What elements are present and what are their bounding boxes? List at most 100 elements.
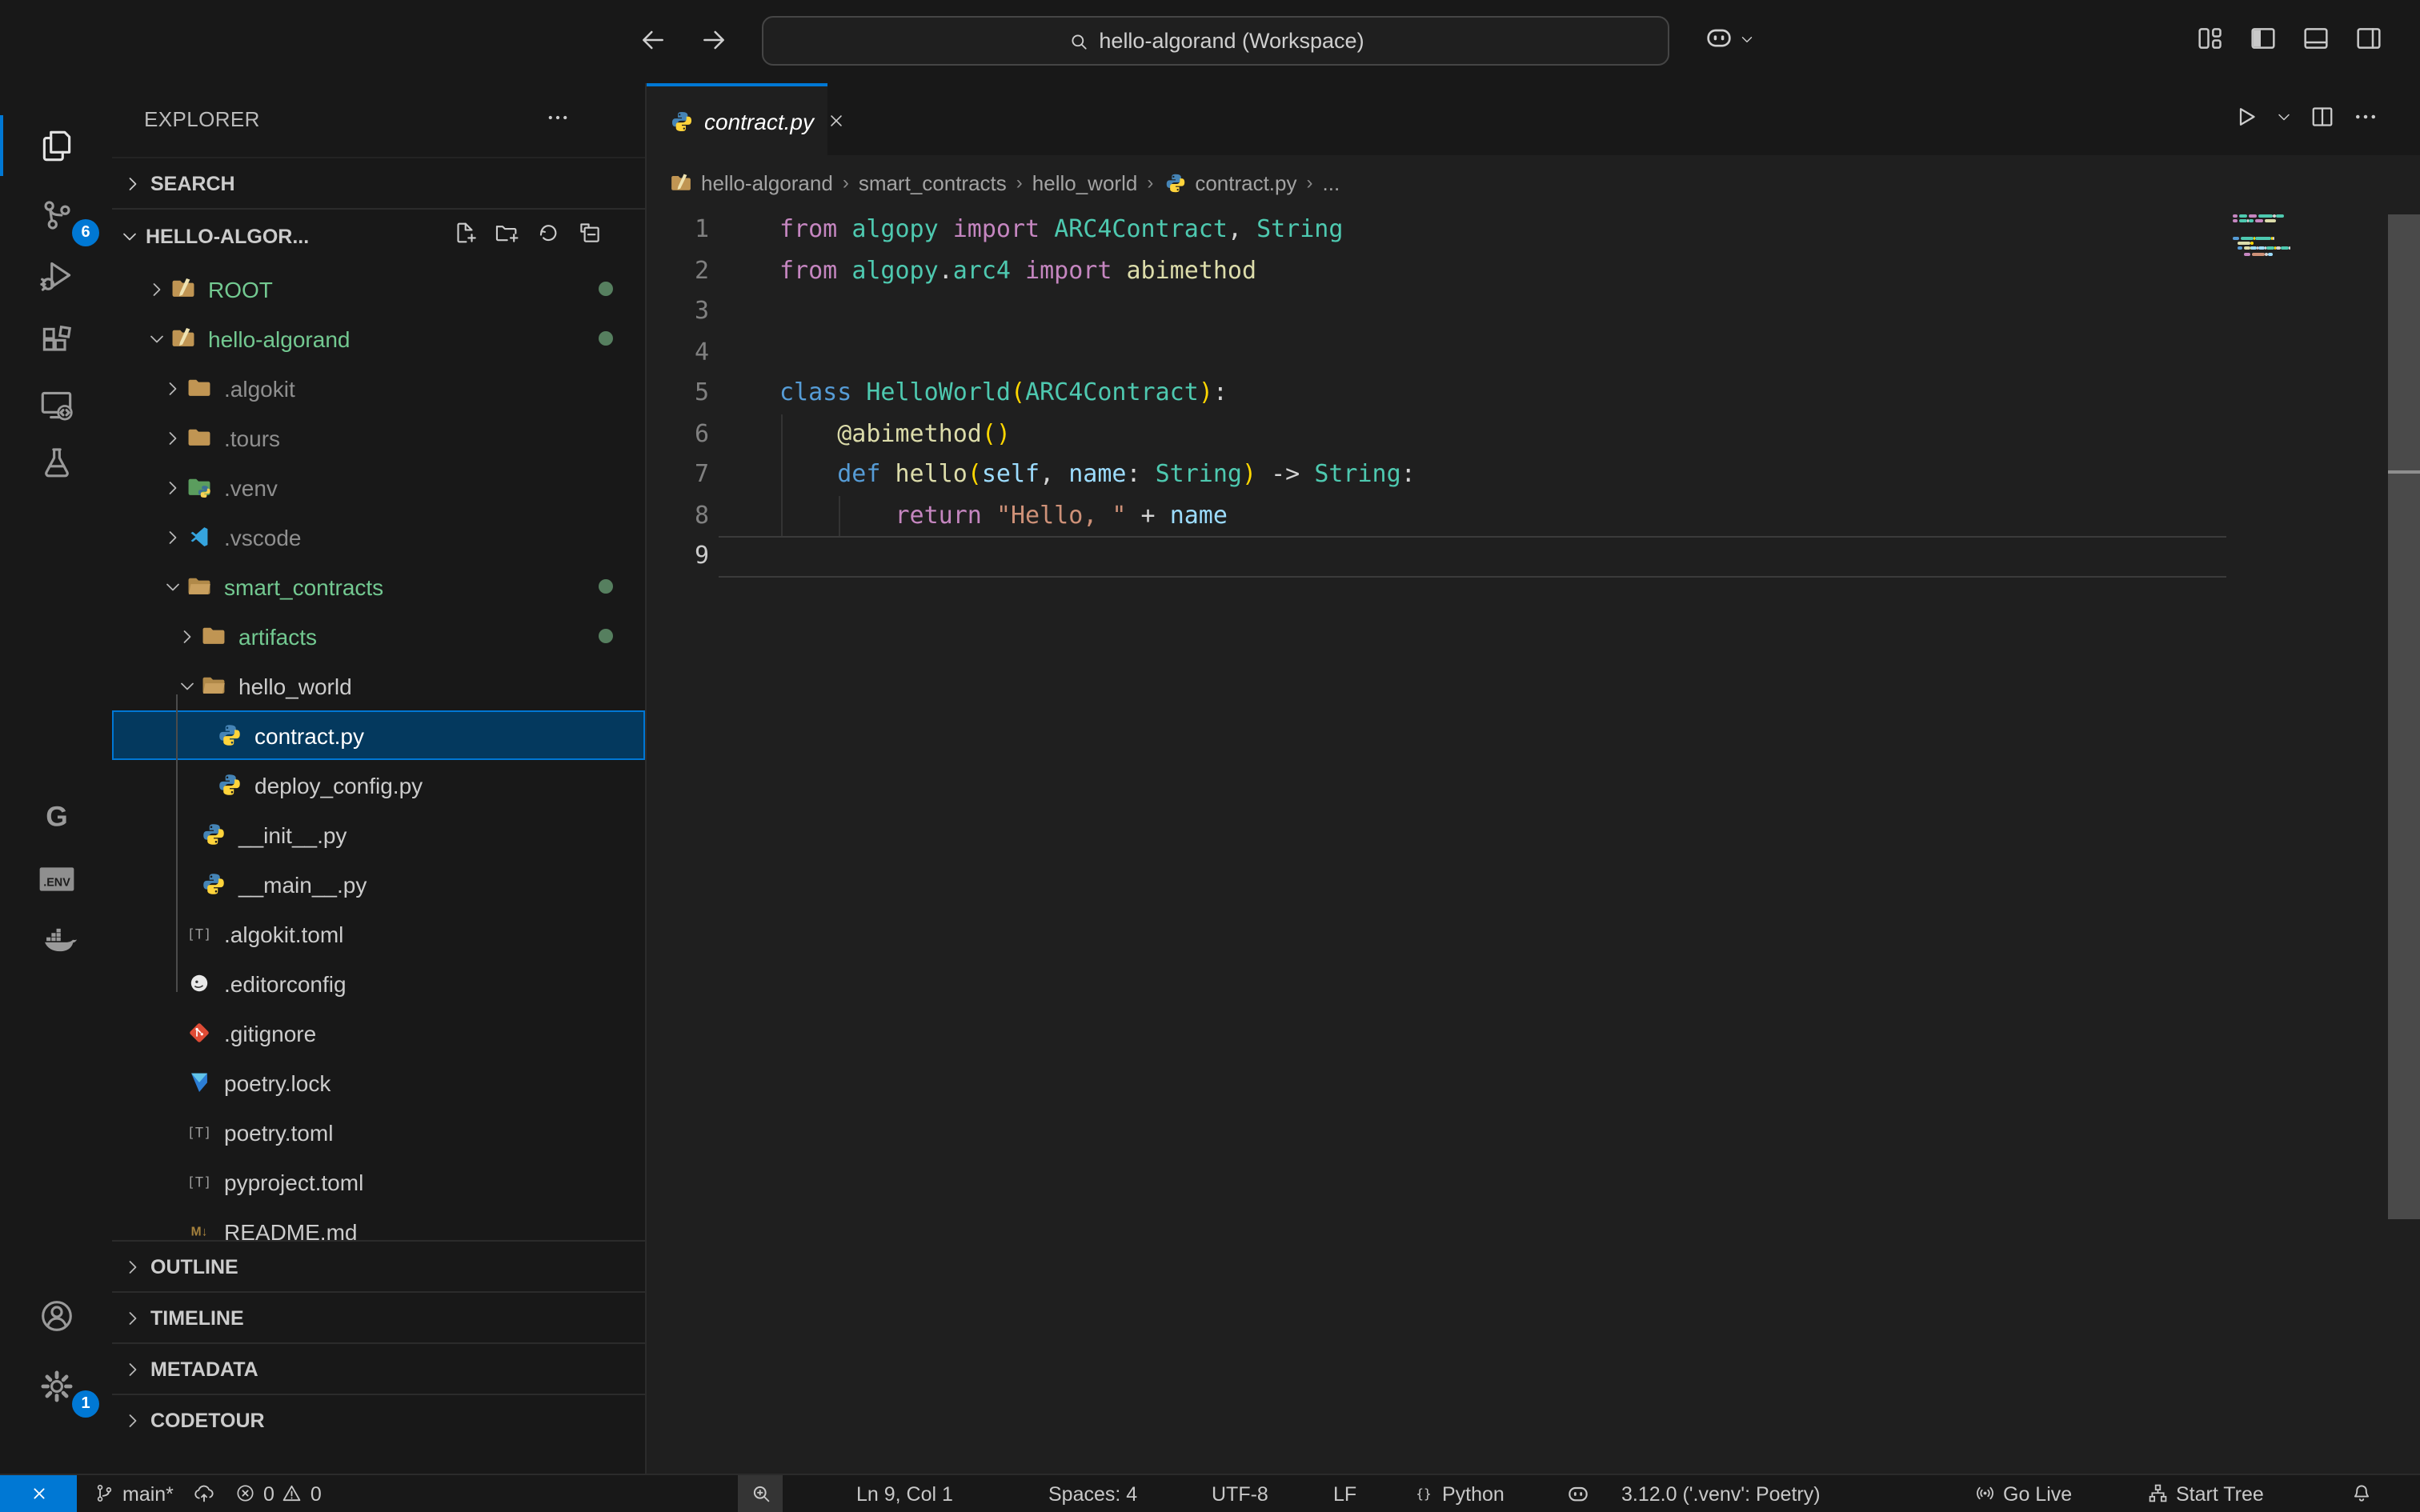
panel-outline[interactable]: OUTLINE bbox=[112, 1240, 645, 1291]
command-center-search[interactable]: hello-algorand (Workspace) bbox=[762, 16, 1669, 66]
sidebar-section-project[interactable]: HELLO-ALGOR... bbox=[112, 211, 645, 262]
tree-item--tours[interactable]: .tours bbox=[112, 413, 645, 462]
toml-icon: [T] bbox=[186, 920, 213, 947]
breadcrumb-item[interactable]: hello-algorand bbox=[669, 170, 833, 194]
line-number: 6 bbox=[647, 414, 709, 454]
activity-item-dotenv[interactable]: .ENV bbox=[0, 843, 112, 914]
svg-text:{}: {} bbox=[1416, 1486, 1432, 1502]
indentation[interactable]: Spaces: 4 bbox=[1048, 1475, 1137, 1512]
current-line-highlight bbox=[719, 536, 2226, 577]
chevron-down-icon bbox=[118, 226, 141, 248]
collapse-all-button[interactable] bbox=[576, 219, 603, 251]
git-branch[interactable]: main* bbox=[93, 1475, 174, 1512]
panel-metadata[interactable]: METADATA bbox=[112, 1342, 645, 1394]
sidebar-section-search[interactable]: SEARCH bbox=[112, 157, 645, 210]
editor-scrollbar[interactable] bbox=[2388, 214, 2420, 1219]
tree-item--main-py[interactable]: __main__.py bbox=[112, 859, 645, 909]
chevron-down-small-button[interactable] bbox=[2274, 107, 2294, 131]
cursor-position-label: Ln 9, Col 1 bbox=[856, 1482, 953, 1505]
problems[interactable]: 00 bbox=[234, 1475, 322, 1512]
tree-item-root[interactable]: ROOT bbox=[112, 264, 645, 314]
activity-item-gitlens[interactable]: G bbox=[0, 781, 112, 851]
end-of-line[interactable]: LF bbox=[1333, 1475, 1356, 1512]
start-tree[interactable]: Start Tree bbox=[2146, 1475, 2264, 1512]
copilot-menu-button[interactable] bbox=[1693, 21, 1765, 56]
encoding[interactable]: UTF-8 bbox=[1212, 1475, 1268, 1512]
tree-item--editorconfig[interactable]: .editorconfig bbox=[112, 958, 645, 1008]
tree-item-hello-world[interactable]: hello_world bbox=[112, 661, 645, 710]
status-bar: main* 00 Ln 9, Col 1 Spaces: 4 UTF-8 LF {}Pyth… bbox=[0, 1474, 2420, 1512]
breadcrumb-label: hello-algorand bbox=[701, 170, 833, 194]
toggle-primary-sidebar-button[interactable] bbox=[2247, 22, 2279, 59]
git-icon bbox=[186, 1019, 213, 1046]
code-line-2: 2from algopy.arc4 import abimethod bbox=[647, 250, 2420, 291]
breadcrumb-item[interactable]: hello_world bbox=[1032, 170, 1138, 194]
notifications-bell[interactable] bbox=[2350, 1475, 2374, 1512]
tree-item--algokit[interactable]: .algokit bbox=[112, 363, 645, 413]
tree-item--gitignore[interactable]: .gitignore bbox=[112, 1008, 645, 1058]
remote-indicator[interactable] bbox=[0, 1475, 77, 1512]
toggle-secondary-sidebar-button[interactable] bbox=[2353, 22, 2385, 59]
toggle-panel-button[interactable] bbox=[2300, 22, 2332, 59]
python-interpreter[interactable]: 3.12.0 ('.venv': Poetry) bbox=[1621, 1475, 1821, 1512]
tree-item-hello-algorand[interactable]: hello-algorand bbox=[112, 314, 645, 363]
activity-item-run-debug[interactable] bbox=[0, 240, 112, 310]
tree-item-poetry-toml[interactable]: [T]poetry.toml bbox=[112, 1107, 645, 1157]
git-status-dot bbox=[599, 629, 613, 643]
tab-contract-py[interactable]: contract.py bbox=[647, 83, 827, 155]
breadcrumb-item[interactable]: smart_contracts bbox=[859, 170, 1007, 194]
tree-item-poetry-lock[interactable]: poetry.lock bbox=[112, 1058, 645, 1107]
copilot-status[interactable] bbox=[1565, 1475, 1591, 1512]
zoom-status[interactable] bbox=[738, 1475, 783, 1512]
tree-item--vscode[interactable]: .vscode bbox=[112, 512, 645, 562]
indent-guide bbox=[780, 414, 782, 536]
tree-item--algokit-toml[interactable]: [T].algokit.toml bbox=[112, 909, 645, 958]
tree-item-smart-contracts[interactable]: smart_contracts bbox=[112, 562, 645, 611]
run-button[interactable] bbox=[2231, 102, 2260, 136]
panel-codetour[interactable]: CODETOUR bbox=[112, 1394, 645, 1445]
activity-item-testing[interactable] bbox=[0, 427, 112, 498]
activity-item-settings[interactable]: 1 bbox=[0, 1350, 112, 1421]
activity-item-source-control[interactable]: 6 bbox=[0, 179, 112, 250]
panel-timeline[interactable]: TIMELINE bbox=[112, 1291, 645, 1342]
tree-item-label: README.md bbox=[224, 1218, 357, 1240]
customize-layout-button[interactable] bbox=[2194, 22, 2226, 59]
tree-item-readme-md[interactable]: M↓README.md bbox=[112, 1206, 645, 1240]
nav-forward-button[interactable] bbox=[695, 22, 733, 61]
cursor-position[interactable]: Ln 9, Col 1 bbox=[856, 1475, 953, 1512]
search-section-label: SEARCH bbox=[150, 172, 235, 194]
tree-item--venv[interactable]: .venv bbox=[112, 462, 645, 512]
nav-back-button[interactable] bbox=[634, 22, 672, 61]
sync-changes[interactable] bbox=[192, 1475, 216, 1512]
problems-label: 0 bbox=[311, 1482, 322, 1505]
breadcrumb-item[interactable]: contract.py bbox=[1163, 170, 1296, 194]
activity-item-explorer[interactable] bbox=[0, 110, 112, 181]
refresh-button[interactable] bbox=[535, 219, 562, 251]
python-folder-icon bbox=[186, 474, 213, 501]
tree-item-label: hello-algorand bbox=[208, 326, 350, 351]
close-tab-icon[interactable] bbox=[827, 110, 847, 131]
chevron-right-icon bbox=[122, 1255, 144, 1278]
go-live[interactable]: Go Live bbox=[1973, 1475, 2072, 1512]
breadcrumb-item[interactable]: ... bbox=[1323, 170, 1340, 194]
language-mode[interactable]: {}Python bbox=[1412, 1475, 1504, 1512]
split-editor-button[interactable] bbox=[2308, 102, 2337, 136]
tree-item-contract-py[interactable]: contract.py bbox=[112, 710, 645, 760]
activity-item-extensions[interactable] bbox=[0, 306, 112, 376]
new-file-button[interactable] bbox=[451, 219, 479, 251]
ellipsis-button[interactable] bbox=[2351, 102, 2380, 136]
activity-item-accounts[interactable] bbox=[0, 1280, 112, 1350]
line-number: 2 bbox=[647, 250, 709, 291]
explorer-more-actions-button[interactable] bbox=[535, 102, 581, 133]
minimap[interactable] bbox=[2233, 214, 2377, 263]
tree-item-pyproject-toml[interactable]: [T]pyproject.toml bbox=[112, 1157, 645, 1206]
activity-item-docker[interactable] bbox=[0, 904, 112, 974]
tree-item--init-py[interactable]: __init__.py bbox=[112, 810, 645, 859]
tree-indent-guide bbox=[176, 694, 178, 992]
code-area[interactable]: 1from algopy import ARC4Contract, String… bbox=[647, 210, 2420, 1474]
toggle-secondary-sidebar-icon bbox=[2353, 22, 2385, 54]
tree-item-deploy-config-py[interactable]: deploy_config.py bbox=[112, 760, 645, 810]
badge: 1 bbox=[72, 1390, 99, 1418]
tree-item-artifacts[interactable]: artifacts bbox=[112, 611, 645, 661]
new-folder-button[interactable] bbox=[493, 219, 520, 251]
